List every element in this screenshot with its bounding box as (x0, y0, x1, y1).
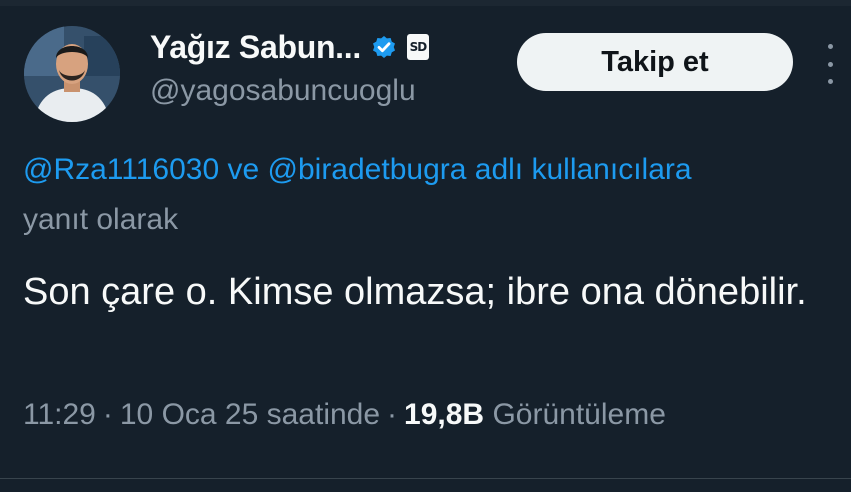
top-divider (0, 0, 851, 6)
author-display-name[interactable]: Yağız Sabun... (150, 29, 361, 66)
follow-button[interactable]: Takip et (517, 33, 793, 91)
verified-badge-icon[interactable] (369, 32, 399, 62)
reply-mention-link[interactable]: @biradetbugra (268, 153, 467, 186)
meta-separator: · (102, 398, 113, 431)
tweet-date[interactable]: 10 Oca 25 saatinde (120, 398, 380, 431)
more-dot (827, 44, 833, 49)
affiliate-badge-text: SD (409, 40, 428, 54)
reply-mention-link[interactable]: @Rza1116030 (23, 153, 219, 186)
meta-separator: · (387, 398, 398, 431)
tweet-card: Yağız Sabun... SD @yagosabuncuoglu Takip… (0, 0, 851, 492)
tweet-text: Son çare o. Kimse olmazsa; ibre ona döne… (23, 271, 807, 313)
bottom-divider (0, 478, 851, 479)
more-dot (827, 61, 833, 67)
author-handle[interactable]: @yagosabuncuoglu (150, 74, 416, 108)
follow-button-label: Takip et (601, 45, 709, 78)
avatar-photo (24, 26, 120, 122)
avatar[interactable] (24, 26, 120, 122)
author-name-row: Yağız Sabun... SD (150, 26, 429, 68)
reply-suffix-inline: adlı kullanıcılara (466, 153, 692, 186)
more-options-icon[interactable] (818, 44, 842, 84)
tweet-time[interactable]: 11:29 (23, 398, 96, 431)
more-dot (827, 79, 833, 84)
views-label: Görüntüleme (492, 398, 666, 431)
tweet-meta: 11:29 · 10 Oca 25 saatinde · 19,8B Görüntüle… (23, 398, 666, 432)
reply-connector-text: ve (219, 153, 268, 186)
reply-suffix-text: yanıt olarak (23, 203, 179, 236)
views-count[interactable]: 19,8B (404, 398, 484, 431)
affiliate-badge-icon[interactable]: SD (406, 34, 429, 60)
reply-context: @Rza1116030 ve @biradetbugra adlı kullan… (23, 153, 692, 187)
